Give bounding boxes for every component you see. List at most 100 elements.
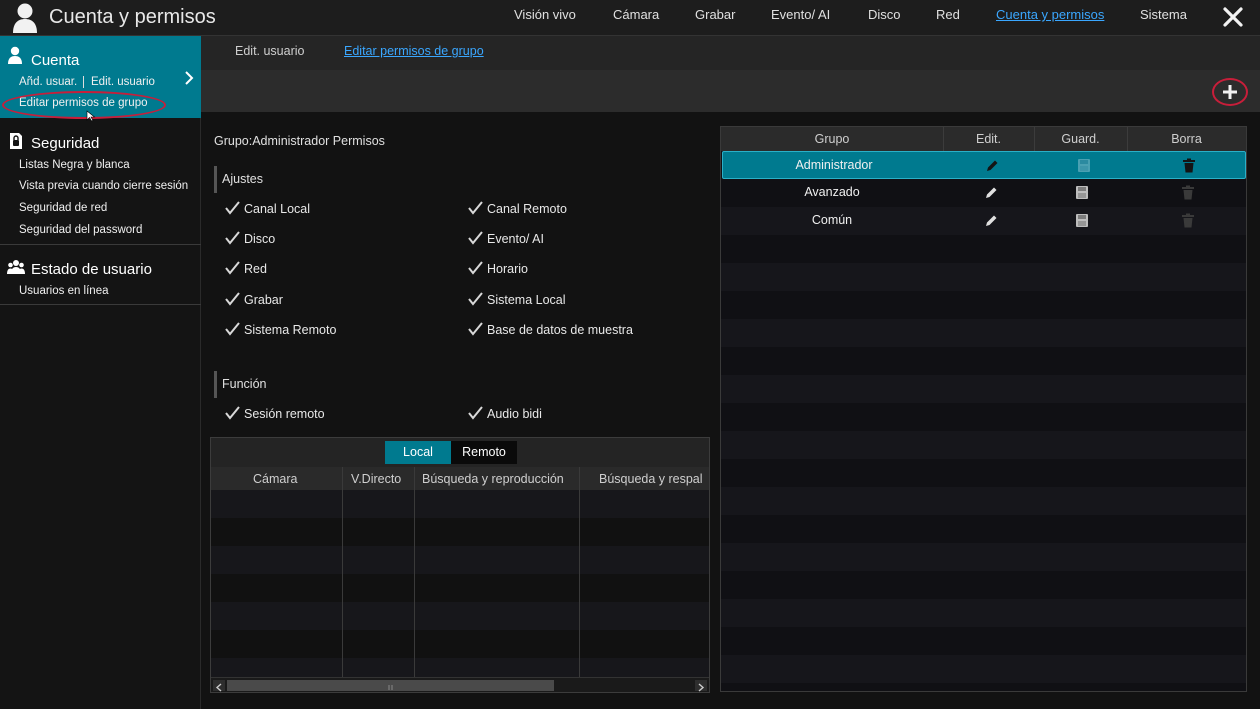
trash-icon[interactable] — [1182, 158, 1196, 173]
shield-icon — [10, 133, 22, 149]
users-icon — [7, 260, 25, 274]
column-header-busqueda-reproduccion: Búsqueda y reproducción — [422, 472, 564, 486]
user-icon — [8, 46, 22, 64]
nav-cuenta-permisos[interactable]: Cuenta y permisos — [996, 7, 1104, 22]
nav-disco[interactable]: Disco — [868, 7, 901, 22]
perm-canal-remoto[interactable]: Canal Remoto — [467, 201, 567, 216]
perm-red[interactable]: Red — [224, 261, 267, 276]
trash-icon — [1182, 185, 1194, 200]
sidebar-section-estado[interactable]: Estado de usuario Usuarios en línea — [0, 252, 201, 305]
sidebar-title-cuenta: Cuenta — [31, 52, 80, 69]
sidebar-item-password-security[interactable]: Seguridad del password — [19, 224, 142, 236]
app-window: Cuenta y permisos Visión vivo Cámara Gra… — [0, 0, 1260, 709]
pencil-icon[interactable] — [985, 158, 999, 173]
plus-icon — [1223, 85, 1237, 99]
tab-edit-group-permissions[interactable]: Editar permisos de grupo — [344, 44, 484, 58]
perm-disco[interactable]: Disco — [224, 231, 275, 246]
check-icon — [468, 231, 483, 245]
user-icon — [13, 3, 37, 33]
segment-local[interactable]: Local — [385, 441, 451, 464]
scroll-right-button[interactable] — [695, 680, 707, 692]
save-icon[interactable] — [1077, 158, 1091, 173]
save-icon[interactable] — [1075, 213, 1089, 228]
table-row — [721, 599, 1246, 627]
channel-permissions-panel: Local Remoto Cámara V.Directo Búsqueda y… — [210, 437, 710, 693]
tab-edit-user[interactable]: Edit. usuario — [235, 44, 304, 58]
check-icon — [225, 261, 240, 275]
section-ajustes: Ajustes — [214, 166, 263, 193]
sidebar-section-seguridad[interactable]: Seguridad Listas Negra y blanca Vista pr… — [0, 126, 201, 245]
table-row — [721, 655, 1246, 683]
scrollbar-thumb[interactable] — [227, 680, 554, 691]
check-icon — [468, 201, 483, 215]
table-row — [721, 319, 1246, 347]
check-icon — [225, 292, 240, 306]
table-row — [721, 375, 1246, 403]
perm-sesion-remoto[interactable]: Sesión remoto — [224, 406, 325, 421]
segment-remoto[interactable]: Remoto — [451, 441, 517, 464]
table-row — [721, 263, 1246, 291]
scroll-left-button[interactable] — [213, 680, 225, 692]
check-icon — [468, 406, 483, 420]
table-row — [211, 658, 709, 677]
column-divider — [342, 467, 343, 677]
nav-red[interactable]: Red — [936, 7, 960, 22]
table-row-administrador[interactable]: Administrador — [722, 151, 1246, 179]
pencil-icon[interactable] — [984, 213, 998, 228]
sidebar-item-blacklist[interactable]: Listas Negra y blanca — [19, 159, 130, 171]
sidebar: Cuenta Añd. usuar. Edit. usuario Editar … — [0, 36, 201, 709]
section-funcion: Función — [214, 371, 266, 398]
perm-canal-local[interactable]: Canal Local — [224, 201, 310, 216]
table-row — [211, 518, 709, 546]
sidebar-item-network-security[interactable]: Seguridad de red — [19, 202, 107, 214]
sidebar-item-edit-user[interactable]: Edit. usuario — [91, 76, 155, 88]
nav-camara[interactable]: Cámara — [613, 7, 659, 22]
perm-audio-bidi[interactable]: Audio bidi — [467, 406, 542, 421]
sidebar-title-estado: Estado de usuario — [31, 261, 152, 278]
perm-sistema-remoto[interactable]: Sistema Remoto — [224, 322, 336, 337]
horizontal-scrollbar[interactable] — [211, 677, 709, 692]
nav-grabar[interactable]: Grabar — [695, 7, 735, 22]
nav-vision-vivo[interactable]: Visión vivo — [514, 7, 576, 22]
save-icon[interactable] — [1075, 185, 1089, 200]
segment-bar: Local Remoto — [211, 438, 709, 467]
perm-horario[interactable]: Horario — [467, 261, 528, 276]
table-row — [721, 431, 1246, 459]
close-icon[interactable] — [1222, 6, 1244, 28]
chevron-left-icon — [215, 683, 222, 692]
sidebar-item-preview-logout[interactable]: Vista previa cuando cierre sesión — [19, 180, 188, 192]
pencil-icon[interactable] — [984, 185, 998, 200]
column-divider — [414, 467, 415, 677]
column-divider — [579, 467, 580, 677]
table-row — [211, 490, 709, 518]
toolbar — [201, 70, 1260, 112]
column-header-guard: Guard. — [1061, 132, 1100, 146]
perm-base-datos-muestra[interactable]: Base de datos de muestra — [467, 322, 633, 337]
nav-sistema[interactable]: Sistema — [1140, 7, 1187, 22]
sidebar-item-add-user[interactable]: Añd. usuar. — [19, 76, 77, 88]
check-icon — [225, 322, 240, 336]
page-title: Cuenta y permisos — [49, 6, 216, 28]
group-name: Administrador — [795, 158, 873, 172]
column-header-edit: Edit. — [975, 132, 1001, 146]
chevron-right-icon[interactable] — [183, 70, 195, 86]
column-header-borra: Borra — [1171, 132, 1202, 146]
table-row — [721, 487, 1246, 515]
add-group-button[interactable] — [1212, 78, 1248, 106]
table-row-avanzado[interactable]: Avanzado — [721, 179, 1246, 207]
table-row — [211, 630, 709, 658]
check-icon — [225, 231, 240, 245]
perm-evento-ai[interactable]: Evento/ AI — [467, 231, 544, 246]
permissions-title: Grupo:Administrador Permisos — [214, 134, 385, 148]
sidebar-section-cuenta[interactable]: Cuenta Añd. usuar. Edit. usuario Editar … — [0, 36, 201, 122]
cursor-icon — [86, 110, 96, 122]
group-name: Avanzado — [804, 185, 860, 199]
check-icon — [225, 201, 240, 215]
sidebar-item-online-users[interactable]: Usuarios en línea — [19, 285, 109, 297]
perm-grabar[interactable]: Grabar — [224, 292, 283, 307]
nav-evento-ai[interactable]: Evento/ AI — [771, 7, 830, 22]
table-row-comun[interactable]: Común — [721, 207, 1246, 235]
grip-icon — [388, 685, 393, 690]
perm-sistema-local[interactable]: Sistema Local — [467, 292, 566, 307]
table-row — [211, 602, 709, 630]
